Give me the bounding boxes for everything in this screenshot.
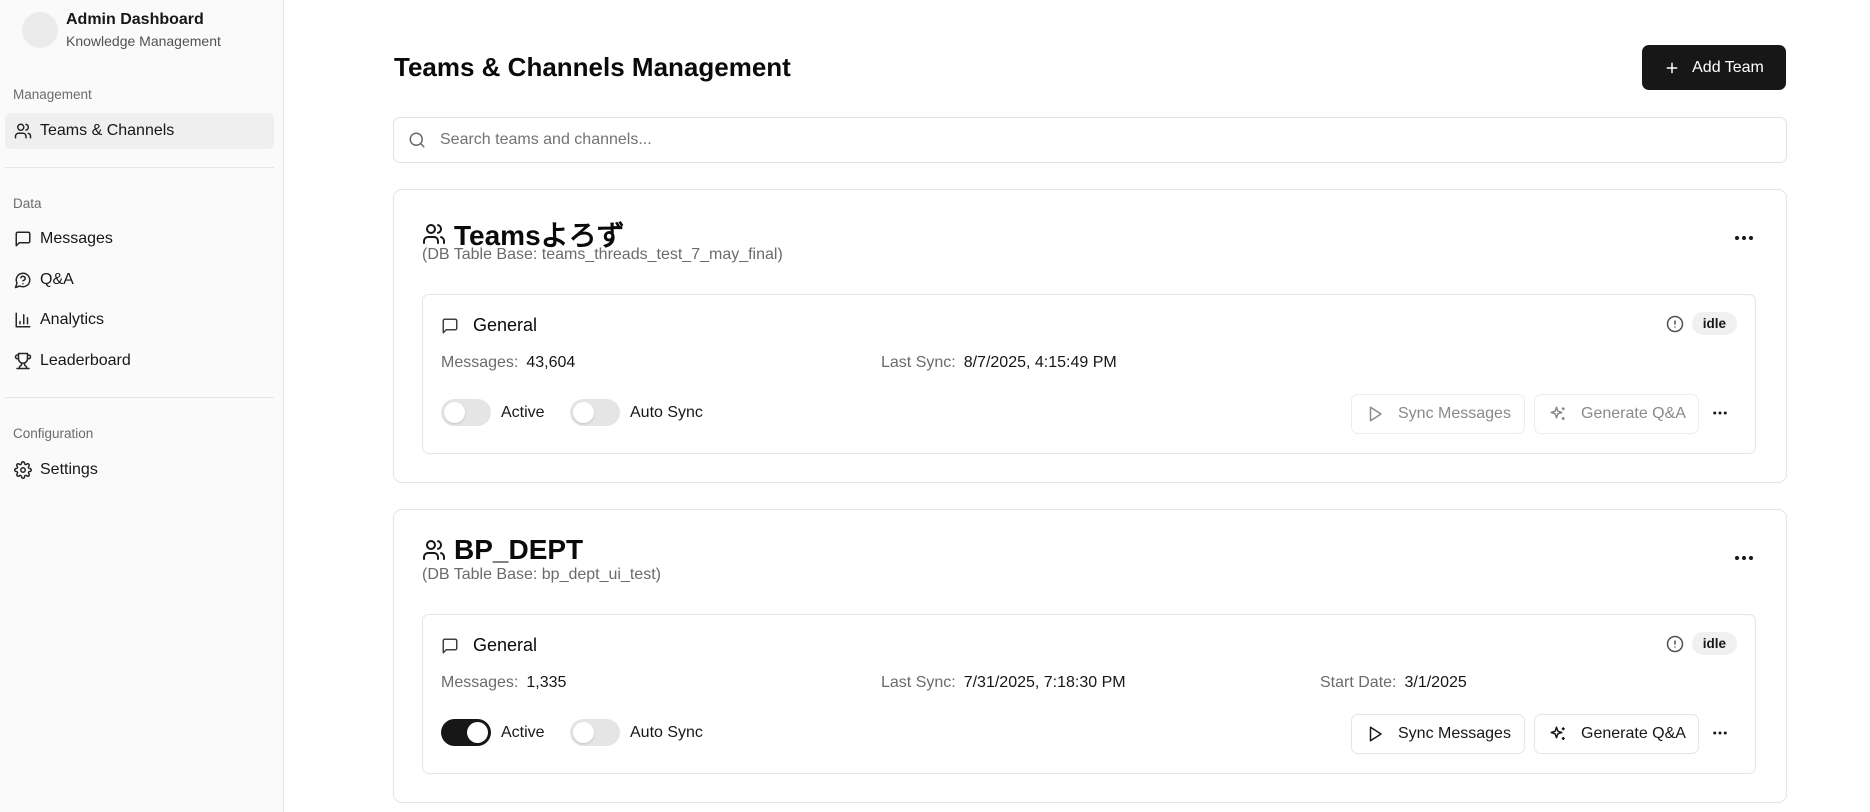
sidebar-item-messages[interactable]: Messages [5,221,274,257]
message-square-icon [442,638,458,653]
sidebar-item-label: Messages [40,230,113,247]
channel-card: General idle Messages: 1,335 Last Sync: 7/… [422,614,1756,774]
group-label-configuration: Configuration [13,426,94,441]
sync-messages-button[interactable]: Sync Messages [1351,394,1525,434]
gear-icon [14,461,32,479]
status-badge: idle [1691,312,1737,335]
sidebar-item-settings[interactable]: Settings [5,452,274,488]
status-badge: idle [1691,632,1737,655]
alert-circle-icon [1666,315,1683,332]
search-input[interactable] [440,131,1740,149]
message-square-icon [442,318,458,333]
sidebar-item-leaderboard[interactable]: Leaderboard [5,343,274,379]
last-sync-stat: Last Sync: 8/7/2025, 4:15:49 PM [881,354,1117,372]
more-horizontal-icon[interactable] [1732,552,1756,564]
auto-sync-toggle[interactable]: Auto Sync [570,399,703,426]
sidebar-item-teams-channels[interactable]: Teams & Channels [5,113,274,149]
auto-sync-switch[interactable] [570,399,620,426]
more-horizontal-icon[interactable] [1732,232,1756,244]
start-date-label: Start Date: [1320,674,1397,691]
active-toggle[interactable]: Active [441,719,545,746]
sidebar-item-qa[interactable]: Q&A [5,262,274,298]
divider [5,397,274,398]
divider [5,167,274,168]
start-date-value: 3/1/2025 [1404,674,1467,691]
generate-qa-button[interactable]: Generate Q&A [1534,714,1699,754]
brand: Admin Dashboard Knowledge Management [22,10,221,51]
users-icon [14,123,32,139]
active-label: Active [501,723,545,741]
sync-messages-button[interactable]: Sync Messages [1351,714,1525,754]
search-icon [409,132,425,148]
auto-sync-label: Auto Sync [630,403,703,421]
channel-card: General idle Messages: 43,604 Last Sync: 8… [422,294,1756,454]
messages-count: 1,335 [526,674,567,691]
active-switch[interactable] [441,399,491,426]
channel-name: General [473,315,538,335]
generate-qa-label: Generate Q&A [1581,725,1686,742]
bar-chart-icon [15,312,31,328]
active-switch[interactable] [441,719,491,746]
sparkles-icon [1550,406,1565,420]
last-sync-value: 7/31/2025, 7:18:30 PM [963,674,1126,691]
last-sync-value: 8/7/2025, 4:15:49 PM [963,354,1117,371]
channel-name: General [473,635,538,655]
team-db-table-base: (DB Table Base: teams_threads_test_7_may… [422,246,783,263]
sidebar-item-label: Leaderboard [40,352,131,369]
team-name: BP_DEPT [454,534,584,565]
generate-qa-button[interactable]: Generate Q&A [1534,394,1699,434]
plus-icon [1666,62,1678,73]
users-icon [423,224,445,244]
sparkles-icon [1550,726,1565,740]
active-label: Active [501,403,545,421]
sidebar: Admin Dashboard Knowledge Management Man… [0,0,284,812]
add-team-button[interactable]: Add Team [1642,45,1786,90]
play-icon [1369,726,1382,742]
more-horizontal-icon[interactable] [1711,408,1729,418]
auto-sync-label: Auto Sync [630,723,703,741]
group-label-data: Data [13,196,42,211]
sync-messages-label: Sync Messages [1398,405,1511,422]
brand-subtitle: Knowledge Management [66,33,221,49]
message-square-icon [15,231,31,247]
messages-count: 43,604 [526,354,576,371]
add-team-label: Add Team [1692,58,1764,76]
auto-sync-switch[interactable] [570,719,620,746]
sidebar-item-label: Analytics [40,311,105,328]
sidebar-item-label: Teams & Channels [40,122,175,139]
messages-stat: Messages: 1,335 [441,674,566,692]
last-sync-label: Last Sync: [881,354,956,371]
alert-circle-icon [1666,635,1683,652]
generate-qa-label: Generate Q&A [1581,405,1686,422]
active-toggle[interactable]: Active [441,399,545,426]
users-icon [423,540,445,560]
more-horizontal-icon[interactable] [1711,728,1729,738]
team-card: Teamsよろず (DB Table Base: teams_threads_t… [393,189,1787,483]
page-title: Teams & Channels Management [394,52,791,82]
messages-stat: Messages: 43,604 [441,354,575,372]
team-card: BP_DEPT (DB Table Base: bp_dept_ui_test)… [393,509,1787,803]
search-bar [393,117,1787,163]
messages-label: Messages: [441,674,519,691]
last-sync-stat: Last Sync: 7/31/2025, 7:18:30 PM [881,674,1126,692]
team-db-table-base: (DB Table Base: bp_dept_ui_test) [422,566,661,583]
play-icon [1369,406,1382,422]
auto-sync-toggle[interactable]: Auto Sync [570,719,703,746]
sidebar-item-analytics[interactable]: Analytics [5,302,274,338]
sidebar-item-label: Settings [40,461,98,478]
sidebar-item-label: Q&A [40,271,74,288]
sync-messages-label: Sync Messages [1398,725,1511,742]
last-sync-label: Last Sync: [881,674,956,691]
trophy-icon [14,352,32,370]
logo [22,12,58,48]
brand-title: Admin Dashboard [66,11,204,28]
start-date-stat: Start Date: 3/1/2025 [1320,674,1467,692]
messages-label: Messages: [441,354,519,371]
help-circle-icon [14,272,31,289]
group-label-management: Management [13,87,92,102]
